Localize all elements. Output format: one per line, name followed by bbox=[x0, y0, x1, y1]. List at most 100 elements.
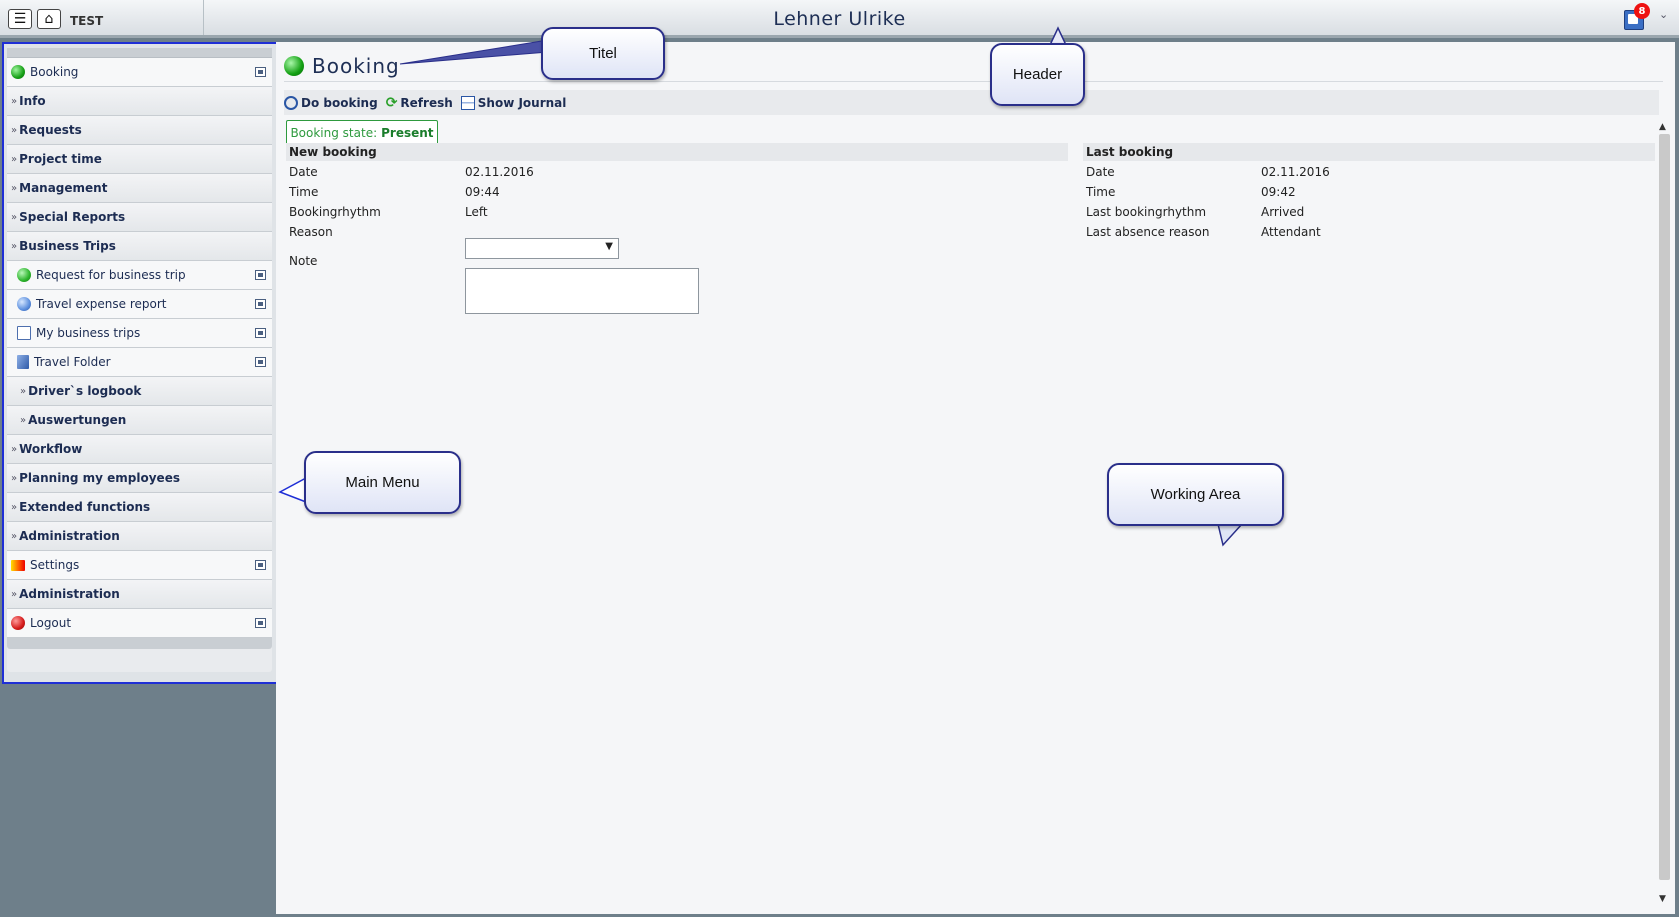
show-journal-button[interactable]: Show Journal bbox=[460, 95, 567, 110]
menu-item-auswertungen[interactable]: » Auswertungen bbox=[7, 406, 272, 435]
menu-item-label: Administration bbox=[19, 587, 120, 601]
menu-item-request-business-trip[interactable]: Request for business trip bbox=[7, 261, 272, 290]
popout-icon[interactable] bbox=[255, 299, 266, 309]
menu-item-project-time[interactable]: » Project time bbox=[7, 145, 272, 174]
menu-top-bar bbox=[7, 48, 272, 58]
menu-item-my-business-trips[interactable]: My business trips bbox=[7, 319, 272, 348]
menu-item-label: Auswertungen bbox=[28, 413, 127, 427]
menu-item-business-trips[interactable]: » Business Trips bbox=[7, 232, 272, 261]
scrollbar-thumb[interactable] bbox=[1659, 134, 1670, 880]
menu-item-administration[interactable]: » Administration bbox=[7, 522, 272, 551]
popout-icon[interactable] bbox=[255, 328, 266, 338]
menu-item-label: Administration bbox=[19, 529, 120, 543]
menu-item-label: My business trips bbox=[36, 326, 141, 340]
menu-item-logout[interactable]: Logout bbox=[7, 609, 272, 638]
chevron-right-icon: » bbox=[11, 182, 18, 194]
do-booking-label: Do booking bbox=[301, 95, 378, 110]
menu-item-label: Booking bbox=[30, 65, 79, 79]
main-menu: Booking » Info » Requests » Project time… bbox=[7, 48, 272, 672]
list-icon bbox=[17, 326, 31, 340]
green-ball-icon bbox=[284, 56, 304, 76]
title-divider bbox=[284, 81, 1663, 82]
callout-working-area: Working Area bbox=[1107, 463, 1284, 526]
menu-item-label: Driver`s logbook bbox=[28, 384, 142, 398]
menu-item-label: Project time bbox=[19, 152, 102, 166]
menu-item-management[interactable]: » Management bbox=[7, 174, 272, 203]
journal-icon bbox=[460, 95, 475, 110]
new-date-value: 02.11.2016 bbox=[465, 165, 534, 179]
popout-icon[interactable] bbox=[255, 67, 266, 77]
page-title-row: Booking bbox=[284, 54, 400, 78]
folder-icon bbox=[17, 355, 29, 369]
chevron-right-icon: » bbox=[11, 501, 18, 513]
callout-header: Header bbox=[990, 43, 1085, 106]
menu-item-requests[interactable]: » Requests bbox=[7, 116, 272, 145]
menu-item-workflow[interactable]: » Workflow bbox=[7, 435, 272, 464]
chevron-right-icon: » bbox=[20, 385, 27, 397]
menu-item-info[interactable]: » Info bbox=[7, 87, 272, 116]
last-absence-value: Attendant bbox=[1261, 225, 1321, 239]
chevron-right-icon: » bbox=[11, 124, 18, 136]
vertical-scrollbar[interactable]: ▲ ▼ bbox=[1657, 120, 1671, 906]
chevron-right-icon: » bbox=[11, 472, 18, 484]
refresh-icon: ⟳ bbox=[385, 94, 398, 111]
popout-icon[interactable] bbox=[255, 270, 266, 280]
scroll-down-icon[interactable]: ▼ bbox=[1659, 894, 1666, 904]
chevron-right-icon: » bbox=[20, 414, 27, 426]
menu-item-label: Special Reports bbox=[19, 210, 126, 224]
popout-icon[interactable] bbox=[255, 357, 266, 367]
settings-icon bbox=[11, 559, 25, 571]
booking-state-value: Present bbox=[381, 126, 434, 140]
last-date-label: Date bbox=[1086, 165, 1115, 179]
new-time-label: Time bbox=[289, 185, 319, 199]
menu-item-administration-2[interactable]: » Administration bbox=[7, 580, 272, 609]
chevron-right-icon: » bbox=[11, 211, 18, 223]
scroll-up-icon[interactable]: ▲ bbox=[1659, 122, 1666, 132]
working-area: Booking Do booking ⟳ Refresh Show Journa… bbox=[276, 42, 1675, 914]
menu-item-travel-folder[interactable]: Travel Folder bbox=[7, 348, 272, 377]
new-booking-header: New booking bbox=[286, 143, 1068, 161]
chevron-down-icon: » bbox=[11, 240, 18, 252]
chevron-right-icon: » bbox=[11, 588, 18, 600]
note-label: Note bbox=[289, 254, 318, 268]
refresh-button[interactable]: ⟳ Refresh bbox=[386, 96, 453, 110]
last-absence-label: Last absence reason bbox=[1086, 225, 1210, 239]
toolbar: Do booking ⟳ Refresh Show Journal bbox=[284, 90, 1659, 115]
page-title: Booking bbox=[312, 54, 400, 78]
last-rhythm-label: Last bookingrhythm bbox=[1086, 205, 1207, 219]
menu-bottom-bar bbox=[7, 638, 272, 649]
popout-icon[interactable] bbox=[255, 560, 266, 570]
menu-item-drivers-logbook[interactable]: » Driver`s logbook bbox=[7, 377, 272, 406]
menu-item-planning-my-employees[interactable]: » Planning my employees bbox=[7, 464, 272, 493]
chevron-right-icon: » bbox=[11, 95, 18, 107]
booking-state-label: Booking state: bbox=[290, 126, 378, 140]
reason-select[interactable]: ▼ bbox=[465, 238, 619, 259]
chevron-right-icon: » bbox=[11, 153, 18, 165]
menu-item-extended-functions[interactable]: » Extended functions bbox=[7, 493, 272, 522]
menu-item-label: Management bbox=[19, 181, 108, 195]
menu-item-label: Request for business trip bbox=[36, 268, 186, 282]
menu-item-label: Requests bbox=[19, 123, 82, 137]
show-journal-label: Show Journal bbox=[477, 95, 567, 110]
menu-item-booking[interactable]: Booking bbox=[7, 58, 272, 87]
app-header: ☰ ⌂ TEST Lehner Ulrike 8 ⌄ bbox=[0, 0, 1679, 38]
last-time-label: Time bbox=[1086, 185, 1116, 199]
chevron-right-icon: » bbox=[11, 530, 18, 542]
menu-item-label: Logout bbox=[30, 616, 72, 630]
green-arrow-icon bbox=[17, 268, 31, 282]
note-textarea[interactable] bbox=[465, 268, 699, 314]
new-rhythm-value: Left bbox=[465, 205, 488, 219]
do-booking-button[interactable]: Do booking bbox=[284, 95, 378, 110]
popout-icon[interactable] bbox=[255, 618, 266, 628]
menu-item-label: Travel Folder bbox=[34, 355, 111, 369]
dropdown-arrow-icon: ▼ bbox=[605, 241, 613, 252]
last-rhythm-value: Arrived bbox=[1261, 205, 1305, 219]
menu-item-travel-expense-report[interactable]: Travel expense report bbox=[7, 290, 272, 319]
user-name-title: Lehner Ulrike bbox=[773, 8, 906, 30]
menu-item-label: Extended functions bbox=[19, 500, 151, 514]
callout-titel: Titel bbox=[541, 27, 665, 80]
menu-item-special-reports[interactable]: » Special Reports bbox=[7, 203, 272, 232]
chevron-down-icon[interactable]: ⌄ bbox=[1659, 8, 1668, 21]
new-date-label: Date bbox=[289, 165, 318, 179]
menu-item-settings[interactable]: Settings bbox=[7, 551, 272, 580]
